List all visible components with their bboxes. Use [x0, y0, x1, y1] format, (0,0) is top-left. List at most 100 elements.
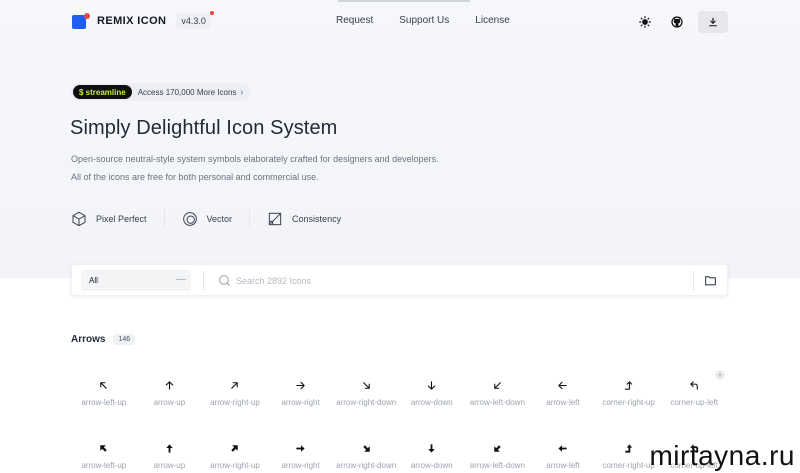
nav-support-us[interactable]: Support Us	[399, 15, 449, 26]
search-bar: All —	[71, 264, 728, 296]
github-icon	[671, 16, 683, 28]
icon-label: arrow-up	[153, 398, 186, 407]
arrow-left-icon	[558, 381, 568, 390]
icon-row: arrow-left-up arrow-up arrow-right-up ar…	[71, 380, 731, 407]
icon-card-arrow-left[interactable]: arrow-left	[530, 380, 596, 407]
nav-request[interactable]: Request	[336, 15, 373, 26]
arrow-right-up-icon	[231, 382, 239, 389]
section-count-badge: 146	[113, 334, 136, 345]
version-new-dot	[209, 11, 214, 15]
icon-card-arrow-right-up[interactable]: arrow-right-up	[202, 380, 268, 407]
section-title: Arrows	[71, 334, 106, 345]
main-nav: Request Support Us License	[336, 15, 510, 26]
arrow-left-down-fill-icon	[494, 445, 501, 452]
theme-toggle-button[interactable]	[634, 11, 656, 33]
icon-label: corner-right-up	[602, 398, 655, 407]
section-header-arrows: Arrows 146	[71, 334, 136, 345]
icon-label: arrow-down	[410, 461, 453, 470]
arrow-right-down-fill-icon	[362, 445, 370, 452]
logo[interactable]: REMIX ICON v4.3.0	[72, 11, 214, 29]
arrow-down-icon	[428, 381, 436, 390]
arrow-left-up-fill-icon	[100, 445, 108, 452]
corner-up-left-icon	[689, 381, 698, 390]
arrow-right-down-icon	[362, 382, 370, 389]
icon-label: arrow-right-down	[336, 398, 397, 407]
minus-icon: —	[176, 274, 186, 285]
site-header: REMIX ICON v4.3.0 Request Support Us Lic…	[0, 0, 800, 44]
chevron-right-icon: ›	[240, 87, 244, 97]
icon-label: arrow-left	[546, 461, 580, 470]
feature-consistency: Consistency	[267, 211, 341, 227]
arrow-right-icon	[296, 381, 305, 390]
feature-pixel-perfect: Pixel Perfect	[71, 211, 147, 227]
icon-label: arrow-left	[546, 398, 580, 407]
page-title: Simply Delightful Icon System	[70, 117, 338, 139]
promo-text: Access 170,000 More Icons	[137, 87, 237, 97]
arrow-down-fill-icon	[428, 444, 435, 453]
icon-card-arrow-down-fill[interactable]: arrow-down	[399, 443, 465, 470]
header-actions	[634, 11, 728, 33]
streamline-promo-badge[interactable]: $ streamline Access 170,000 More Icons ›	[71, 83, 252, 101]
arrow-up-fill-icon	[166, 444, 173, 453]
icon-label: arrow-right	[281, 398, 320, 407]
download-icon	[709, 17, 717, 27]
icon-grid: arrow-left-up arrow-up arrow-right-up ar…	[71, 380, 731, 470]
icon-card-arrow-right-up-fill[interactable]: arrow-right-up	[202, 443, 268, 470]
icon-label: corner-up-left	[670, 398, 718, 407]
icon-card-arrow-right-fill[interactable]: arrow-right	[268, 443, 334, 470]
arrow-left-fill-icon	[558, 445, 568, 452]
icon-card-corner-up-left[interactable]: corner-up-left	[661, 380, 727, 407]
icon-label: arrow-left-down	[469, 398, 525, 407]
icon-row: arrow-left-up arrow-up arrow-right-up ar…	[71, 443, 731, 470]
icon-label: arrow-left-down	[469, 461, 525, 470]
icon-label: arrow-down	[410, 398, 453, 407]
search-icon	[219, 275, 230, 286]
icon-card-arrow-right[interactable]: arrow-right	[268, 380, 334, 407]
folder-icon[interactable]	[704, 274, 717, 287]
icon-card-arrow-down[interactable]: arrow-down	[399, 380, 465, 407]
logo-text: REMIX ICON	[97, 15, 167, 27]
corner-right-up-icon	[624, 381, 633, 390]
icon-card-arrow-left-up-fill[interactable]: arrow-left-up	[71, 443, 137, 470]
search-input[interactable]	[236, 272, 676, 290]
icon-card-arrow-up-fill[interactable]: arrow-up	[137, 443, 203, 470]
icon-card-arrow-left-fill[interactable]: arrow-left	[530, 443, 596, 470]
download-button[interactable]	[698, 11, 728, 33]
category-select[interactable]: All —	[81, 270, 191, 291]
icon-label: corner-right-up	[602, 461, 655, 470]
arrow-right-fill-icon	[296, 445, 305, 452]
icon-label: arrow-right-up	[210, 461, 260, 470]
icon-card-arrow-right-down[interactable]: arrow-right-down	[333, 380, 399, 407]
icon-card-arrow-right-down-fill[interactable]: arrow-right-down	[333, 443, 399, 470]
arrow-left-up-icon	[100, 382, 108, 389]
icon-label: arrow-up	[153, 461, 186, 470]
icon-label: arrow-right	[281, 461, 320, 470]
search-divider	[203, 271, 204, 291]
search-divider	[693, 271, 694, 291]
feature-divider	[249, 209, 251, 229]
feature-label: Consistency	[292, 214, 342, 224]
logo-mark-icon	[72, 13, 90, 29]
category-value: All	[89, 276, 98, 285]
nav-license[interactable]: License	[475, 15, 509, 26]
description-line-1: Open-source neutral-style system symbols…	[71, 154, 439, 164]
github-button[interactable]	[666, 11, 688, 33]
icon-card-arrow-left-down-fill[interactable]: arrow-left-down	[465, 443, 531, 470]
square-diagonal-icon	[268, 212, 282, 226]
cube-icon	[72, 211, 86, 227]
icon-card-arrow-left-down[interactable]: arrow-left-down	[465, 380, 531, 407]
expand-plus-button[interactable]: +	[715, 370, 725, 380]
feature-list: Pixel Perfect Vector Consistency	[71, 209, 341, 229]
corner-right-up-fill-icon	[625, 444, 633, 453]
watermark-text: mirtayna.ru	[649, 440, 795, 471]
icon-card-arrow-left-up[interactable]: arrow-left-up	[71, 380, 137, 407]
feature-vector: Vector	[182, 211, 233, 227]
icon-label: arrow-left-up	[81, 398, 127, 407]
icon-card-corner-right-up[interactable]: corner-right-up	[596, 380, 662, 407]
feature-label: Vector	[206, 214, 233, 224]
feature-label: Pixel Perfect	[96, 214, 147, 224]
arrow-left-down-icon	[494, 382, 501, 389]
icon-card-arrow-up[interactable]: arrow-up	[137, 380, 203, 407]
version-badge[interactable]: v4.3.0	[176, 11, 214, 29]
arrow-right-up-fill-icon	[231, 445, 239, 452]
